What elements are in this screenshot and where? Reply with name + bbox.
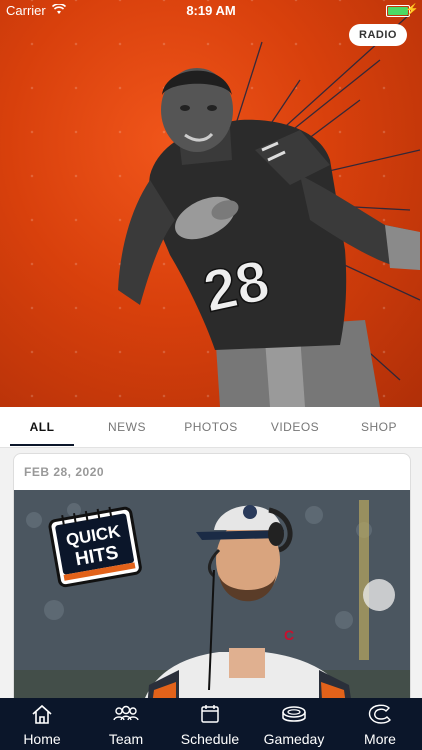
nav-schedule[interactable]: Schedule: [168, 698, 252, 750]
card-date: FEB 28, 2020: [24, 465, 105, 479]
clock: 8:19 AM: [186, 3, 236, 18]
charging-icon: ⚡: [405, 4, 419, 16]
tab-all[interactable]: ALL: [10, 407, 74, 447]
content-tabs: ALL NEWS PHOTOS VIDEOS SHOP: [0, 407, 422, 448]
nav-schedule-label: Schedule: [180, 731, 240, 747]
nav-team-label: Team: [108, 731, 144, 747]
nav-team[interactable]: Team: [84, 698, 168, 750]
bottom-nav: Home Team Schedule Gameday More: [0, 698, 422, 750]
cap-logo: C: [284, 627, 294, 643]
player-image: 28: [118, 13, 421, 407]
stadium-icon: [282, 706, 306, 722]
status-bar: Carrier 8:19 AM ⚡: [0, 0, 422, 22]
jersey-number: 28: [198, 248, 275, 325]
nav-home-label: Home: [23, 731, 61, 747]
tab-shop[interactable]: SHOP: [348, 407, 410, 447]
radio-button[interactable]: RADIO: [349, 24, 407, 46]
hero-banner[interactable]: 28 Carrier 8:19 AM ⚡ RADIO: [0, 0, 422, 407]
team-icon: [113, 705, 139, 721]
nav-gameday-label: Gameday: [263, 731, 325, 747]
tab-videos[interactable]: VIDEOS: [262, 407, 328, 447]
home-icon: [32, 704, 52, 724]
nav-gameday[interactable]: Gameday: [252, 698, 336, 750]
bears-logo-icon: [368, 704, 391, 724]
calendar-icon: [201, 705, 219, 723]
nav-more-label: More: [364, 731, 396, 747]
tab-news[interactable]: NEWS: [95, 407, 159, 447]
nav-home[interactable]: Home: [0, 698, 84, 750]
tab-photos[interactable]: PHOTOS: [178, 407, 244, 447]
nav-more[interactable]: More: [338, 698, 422, 750]
quick-hits-logo: QUICK HITS: [48, 506, 142, 588]
